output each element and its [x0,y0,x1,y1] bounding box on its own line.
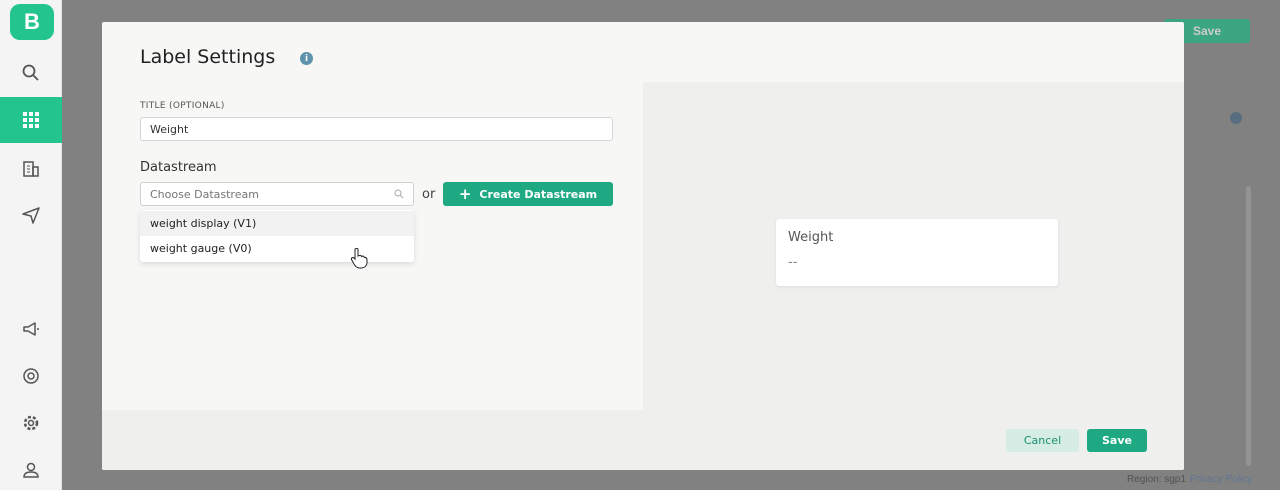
create-datastream-button[interactable]: + Create Datastream [443,182,613,206]
dropdown-option[interactable]: weight gauge (V0) [140,236,414,261]
modal-title: Label Settings [140,46,276,68]
logo-letter: B [24,9,40,34]
create-datastream-label: Create Datastream [479,187,598,201]
sidebar-item-settings[interactable] [0,400,62,446]
sidebar-item-announcements[interactable] [0,306,62,352]
save-button[interactable]: Save [1087,429,1147,452]
label-widget-preview: Weight -- [776,219,1058,286]
send-icon [22,207,40,224]
preview-title: Weight [788,230,834,245]
datastream-dropdown: weight display (V1) weight gauge (V0) [140,210,414,262]
app-logo[interactable]: B [10,4,54,40]
datastream-label: Datastream [140,160,217,175]
hand-cursor-icon [350,248,368,269]
sidebar-item-profile[interactable] [0,447,62,490]
sidebar-item-templates[interactable] [0,97,62,143]
gear-icon [23,415,39,431]
user-icon [23,462,39,478]
grid-icon [23,112,39,128]
title-field-label: TITLE (OPTIONAL) [140,101,225,111]
sidebar-item-send[interactable] [0,192,62,238]
megaphone-icon [23,322,39,336]
sidebar-item-organization[interactable] [0,146,62,192]
building-icon [23,161,39,177]
datastream-search-input[interactable] [140,182,414,206]
sidebar-item-help[interactable] [0,353,62,399]
sidebar: B [0,0,62,490]
sidebar-item-search[interactable] [0,50,62,96]
or-separator: or [422,187,436,202]
preview-value: -- [788,255,798,270]
lifebuoy-icon [23,368,39,384]
plus-icon: + [458,184,472,203]
search-icon [22,64,39,81]
cancel-button[interactable]: Cancel [1006,429,1079,452]
title-input[interactable] [140,117,613,141]
info-icon[interactable]: i [300,52,313,65]
dropdown-option[interactable]: weight display (V1) [140,211,414,236]
search-icon [394,189,404,199]
label-settings-modal: Label Settings i TITLE (OPTIONAL) Datast… [102,22,1184,470]
